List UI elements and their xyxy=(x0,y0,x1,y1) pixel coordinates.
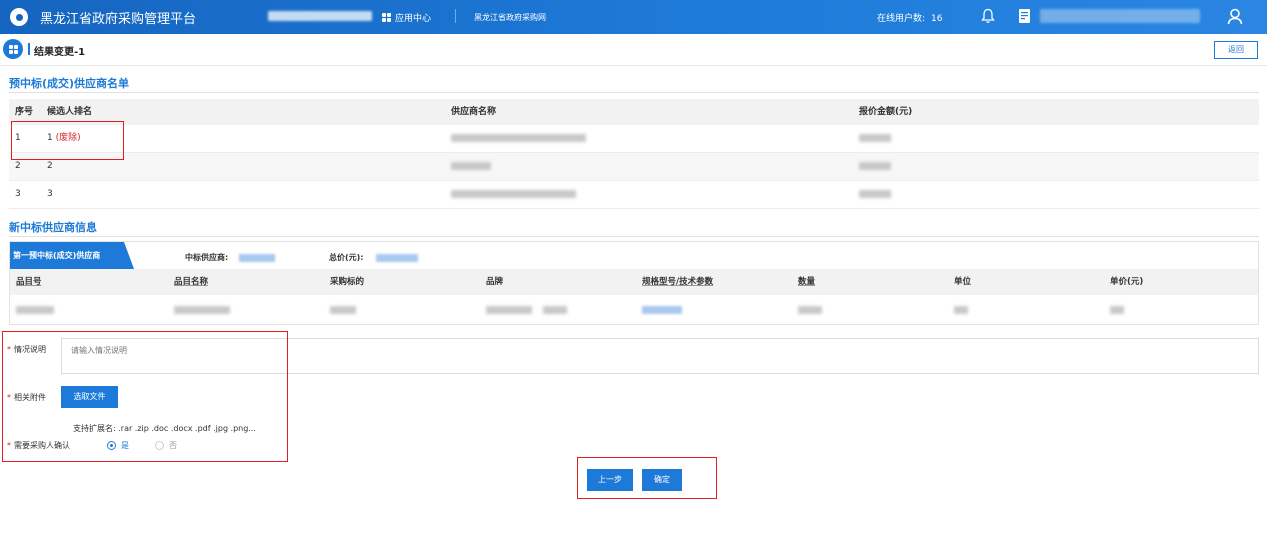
online-users: 在线用户数: 16 xyxy=(877,11,943,24)
attachment-label-text: 相关附件 xyxy=(14,393,46,402)
redacted-quantity xyxy=(798,295,822,325)
confirm-no-radio[interactable]: 否 xyxy=(155,440,177,451)
redacted-unit-price xyxy=(1110,295,1124,325)
page-header: 结果变更-1 返回 xyxy=(0,34,1267,66)
col-header-no: 序号 xyxy=(15,107,34,117)
redacted-winner-name xyxy=(239,253,275,262)
ranking-table: 序号 候选人排名 供应商名称 报价金额(元) 1 1 (废除) 2 2 3 3 xyxy=(9,99,1259,209)
situation-label: * 情况说明 xyxy=(7,345,46,354)
confirm-no-label: 否 xyxy=(169,441,177,450)
apps-menu-button[interactable] xyxy=(3,39,23,59)
ranking-section-title: 预中标(成交)供应商名单 xyxy=(9,77,130,90)
redacted-quote-amount xyxy=(859,153,891,179)
table-row: 2 2 xyxy=(9,153,1259,181)
table-row xyxy=(10,295,1258,325)
row-rank: 3 xyxy=(47,189,53,199)
document-list-icon[interactable] xyxy=(1018,8,1031,24)
col-header-rank: 候选人排名 xyxy=(47,107,93,117)
procurement-site-link[interactable]: 黑龙江省政府采购网 xyxy=(474,12,546,23)
app-center-link[interactable]: 应用中心 xyxy=(382,11,431,24)
redacted-brand xyxy=(486,295,567,325)
col-header-item-no: 品目号 xyxy=(16,277,42,287)
col-header-supplier-name: 供应商名称 xyxy=(451,107,497,117)
row-no: 1 xyxy=(15,133,21,143)
redacted-supplier-name xyxy=(451,125,586,151)
redacted-user-info xyxy=(1040,9,1200,23)
confirm-yes-label: 是 xyxy=(121,441,129,450)
supplier-info-panel: 第一预中标(成交)供应商 中标供应商: 总价(元): 品目号 品目名称 采购标的… xyxy=(9,241,1259,325)
choose-file-button[interactable]: 选取文件 xyxy=(61,386,118,408)
platform-title: 黑龙江省政府采购管理平台 xyxy=(40,12,197,27)
page-title: 结果变更-1 xyxy=(34,47,86,58)
col-header-quote-amount: 报价金额(元) xyxy=(859,107,913,117)
confirm-yes-radio[interactable]: 是 xyxy=(107,440,129,451)
ranking-table-header: 序号 候选人排名 供应商名称 报价金额(元) xyxy=(9,99,1259,125)
redacted-supplier-name xyxy=(451,181,576,207)
supplier-section-title: 新中标供应商信息 xyxy=(9,221,97,234)
first-supplier-tab[interactable]: 第一预中标(成交)供应商 xyxy=(10,242,134,269)
notification-bell-icon[interactable] xyxy=(981,8,995,24)
app-center-label: 应用中心 xyxy=(395,14,432,24)
back-button[interactable]: 返回 xyxy=(1214,41,1258,59)
user-profile-icon[interactable] xyxy=(1227,8,1243,25)
row-no: 2 xyxy=(15,161,21,171)
confirm-button[interactable]: 确定 xyxy=(642,469,682,491)
row-rank: 1 (废除) xyxy=(47,125,81,151)
redacted-quote-amount xyxy=(859,125,891,151)
redacted-total-price xyxy=(376,253,419,262)
total-price-label: 总价(元): xyxy=(329,253,364,262)
row-rank: 2 xyxy=(47,161,53,171)
redacted-item-name xyxy=(174,295,230,325)
redacted-unit xyxy=(954,295,968,325)
supported-extensions: 支持扩展名: .rar .zip .doc .docx .pdf .jpg .p… xyxy=(73,424,256,433)
col-header-unit: 单位 xyxy=(954,277,972,287)
attachment-label: * 相关附件 xyxy=(7,393,46,402)
redacted-item-no xyxy=(16,295,54,325)
row-no: 3 xyxy=(15,189,21,199)
apps-grid-icon xyxy=(382,13,391,22)
apps-grid-icon xyxy=(8,44,18,54)
redacted-procurement-target xyxy=(330,295,356,325)
col-header-item-name: 品目名称 xyxy=(174,277,209,287)
winner-supplier: 中标供应商: xyxy=(185,252,275,263)
redacted-supplier-name xyxy=(451,153,491,179)
previous-step-button[interactable]: 上一步 xyxy=(587,469,633,491)
section-divider xyxy=(9,92,1259,93)
item-table-header: 品目号 品目名称 采购标的 品牌 规格型号/技术参数 数量 单位 单价(元) xyxy=(10,269,1258,295)
col-header-quantity: 数量 xyxy=(798,277,816,287)
table-row: 3 3 xyxy=(9,181,1259,209)
buyer-confirm-label: * 需要采购人确认 xyxy=(7,441,70,450)
section-divider xyxy=(9,236,1259,237)
platform-logo-icon xyxy=(10,8,28,26)
row-rank-value: 1 xyxy=(47,133,53,143)
redacted-spec xyxy=(642,295,682,325)
online-users-count: 16 xyxy=(931,14,943,24)
total-price: 总价(元): xyxy=(329,252,419,263)
top-header: 黑龙江省政府采购管理平台 应用中心 黑龙江省政府采购网 在线用户数: 16 xyxy=(0,0,1267,34)
title-accent-bar xyxy=(28,43,30,55)
radio-unchecked-icon xyxy=(155,441,164,450)
situation-textarea[interactable] xyxy=(61,338,1259,374)
col-header-spec: 规格型号/技术参数 xyxy=(642,277,714,287)
redacted-nav-item xyxy=(268,11,372,21)
abolished-tag: (废除) xyxy=(55,133,81,143)
header-divider xyxy=(455,9,456,23)
winner-supplier-label: 中标供应商: xyxy=(185,253,229,262)
situation-label-text: 情况说明 xyxy=(14,345,46,354)
online-users-label: 在线用户数: xyxy=(877,14,926,24)
col-header-brand: 品牌 xyxy=(486,277,504,287)
col-header-unit-price: 单价(元) xyxy=(1110,277,1144,287)
redacted-quote-amount xyxy=(859,181,891,207)
table-row: 1 1 (废除) xyxy=(9,125,1259,153)
col-header-procurement-target: 采购标的 xyxy=(330,277,365,287)
buyer-confirm-label-text: 需要采购人确认 xyxy=(14,441,70,450)
radio-checked-icon xyxy=(107,441,116,450)
